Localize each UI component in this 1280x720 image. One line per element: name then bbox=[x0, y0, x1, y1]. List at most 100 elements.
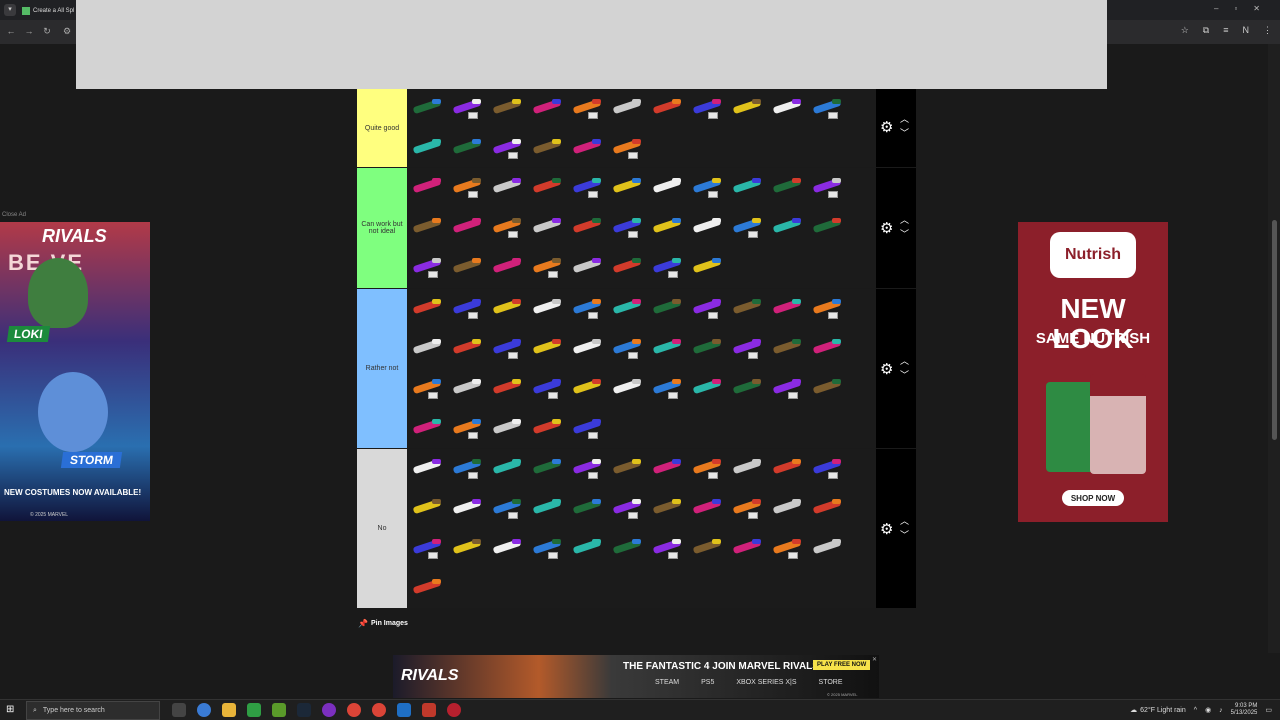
close-ad-button[interactable]: Close Ad bbox=[2, 212, 26, 218]
weapon-icon[interactable] bbox=[450, 252, 484, 282]
weapon-icon[interactable] bbox=[530, 333, 564, 363]
weapon-icon[interactable] bbox=[410, 413, 444, 443]
weapon-icon[interactable] bbox=[490, 333, 524, 363]
back-icon[interactable]: ← bbox=[6, 26, 16, 36]
page-scrollbar[interactable] bbox=[1268, 44, 1280, 653]
weapon-icon[interactable] bbox=[490, 133, 524, 163]
weapon-icon[interactable] bbox=[650, 493, 684, 523]
weapon-icon[interactable] bbox=[490, 172, 524, 202]
weapon-icon[interactable] bbox=[410, 133, 444, 163]
weapon-icon[interactable] bbox=[690, 212, 724, 242]
weapon-icon[interactable] bbox=[530, 133, 564, 163]
weapon-icon[interactable] bbox=[610, 172, 644, 202]
weapon-icon[interactable] bbox=[810, 373, 844, 403]
weather-widget[interactable]: ☁ 62°F Light rain bbox=[1130, 706, 1186, 715]
weapon-icon[interactable] bbox=[730, 172, 764, 202]
weapon-icon[interactable] bbox=[530, 93, 564, 123]
close-icon[interactable]: ✕ bbox=[1253, 4, 1260, 13]
weapon-icon[interactable] bbox=[730, 493, 764, 523]
weapon-icon[interactable] bbox=[490, 293, 524, 323]
weapon-icon[interactable] bbox=[770, 172, 804, 202]
weapon-icon[interactable] bbox=[730, 293, 764, 323]
weapon-icon[interactable] bbox=[490, 533, 524, 563]
weapon-icon[interactable] bbox=[410, 212, 444, 242]
obs-icon[interactable] bbox=[322, 703, 336, 717]
move-up-icon[interactable]: ︿ bbox=[900, 216, 909, 225]
move-down-icon[interactable]: ﹀ bbox=[900, 129, 909, 138]
tier-label[interactable]: Can work but not ideal bbox=[357, 168, 407, 288]
close-icon[interactable]: ✕ bbox=[872, 656, 877, 663]
gear-icon[interactable]: ⚙ bbox=[880, 360, 893, 378]
site-info-icon[interactable]: ⚙ bbox=[62, 26, 72, 37]
weapon-icon[interactable] bbox=[450, 413, 484, 443]
weapon-icon[interactable] bbox=[690, 373, 724, 403]
weapon-icon[interactable] bbox=[610, 373, 644, 403]
weapon-icon[interactable] bbox=[490, 93, 524, 123]
weapon-icon[interactable] bbox=[410, 333, 444, 363]
weapon-icon[interactable] bbox=[650, 453, 684, 483]
move-down-icon[interactable]: ﹀ bbox=[900, 230, 909, 239]
reload-icon[interactable]: ↻ bbox=[42, 26, 52, 37]
weapon-icon[interactable] bbox=[770, 493, 804, 523]
weapon-icon[interactable] bbox=[650, 333, 684, 363]
move-down-icon[interactable]: ﹀ bbox=[900, 531, 909, 540]
weapon-icon[interactable] bbox=[730, 453, 764, 483]
weapon-icon[interactable] bbox=[610, 333, 644, 363]
gear-icon[interactable]: ⚙ bbox=[880, 520, 893, 538]
weapon-icon[interactable] bbox=[650, 172, 684, 202]
weapon-icon[interactable] bbox=[570, 453, 604, 483]
weapon-icon[interactable] bbox=[810, 333, 844, 363]
weapon-icon[interactable] bbox=[530, 493, 564, 523]
weapon-icon[interactable] bbox=[530, 172, 564, 202]
weapon-icon[interactable] bbox=[690, 293, 724, 323]
shop-now-button[interactable]: SHOP NOW bbox=[1062, 490, 1124, 506]
tier-label[interactable]: Quite good bbox=[357, 89, 407, 167]
weapon-icon[interactable] bbox=[730, 533, 764, 563]
notifications-icon[interactable]: ▭ bbox=[1265, 706, 1272, 714]
weapon-icon[interactable] bbox=[810, 172, 844, 202]
weapon-icon[interactable] bbox=[490, 413, 524, 443]
weapon-icon[interactable] bbox=[610, 93, 644, 123]
weapon-icon[interactable] bbox=[450, 133, 484, 163]
weapon-icon[interactable] bbox=[490, 252, 524, 282]
weapon-icon[interactable] bbox=[530, 413, 564, 443]
weapon-icon[interactable] bbox=[530, 533, 564, 563]
tier-label[interactable]: Rather not bbox=[357, 289, 407, 448]
weapon-icon[interactable] bbox=[610, 493, 644, 523]
restore-icon[interactable]: ▫ bbox=[1234, 4, 1237, 13]
weapon-icon[interactable] bbox=[410, 93, 444, 123]
weapon-icon[interactable] bbox=[570, 252, 604, 282]
move-down-icon[interactable]: ﹀ bbox=[900, 371, 909, 380]
weapon-icon[interactable] bbox=[610, 453, 644, 483]
clock[interactable]: 9:03 PM 5/13/2025 bbox=[1231, 703, 1258, 717]
weapon-icon[interactable] bbox=[570, 93, 604, 123]
chevron-up-icon[interactable]: ^ bbox=[1194, 707, 1197, 714]
chrome-icon[interactable] bbox=[372, 703, 386, 717]
weapon-icon[interactable] bbox=[610, 533, 644, 563]
weapon-icon[interactable] bbox=[770, 293, 804, 323]
app-icon[interactable] bbox=[447, 703, 461, 717]
weapon-icon[interactable] bbox=[450, 93, 484, 123]
steam-icon[interactable] bbox=[297, 703, 311, 717]
gear-icon[interactable]: ⚙ bbox=[880, 118, 893, 136]
weapon-icon[interactable] bbox=[810, 453, 844, 483]
tier-items[interactable] bbox=[407, 289, 876, 448]
weapon-icon[interactable] bbox=[530, 293, 564, 323]
weapon-icon[interactable] bbox=[650, 293, 684, 323]
windows-start-icon[interactable]: ⊞ bbox=[6, 704, 14, 715]
weapon-icon[interactable] bbox=[450, 212, 484, 242]
browser-tab[interactable]: Create a All Spl bbox=[22, 2, 82, 20]
weapon-icon[interactable] bbox=[690, 533, 724, 563]
weapon-icon[interactable] bbox=[730, 93, 764, 123]
chrome-icon[interactable] bbox=[347, 703, 361, 717]
app-icon[interactable] bbox=[397, 703, 411, 717]
weapon-icon[interactable] bbox=[730, 373, 764, 403]
gear-icon[interactable]: ⚙ bbox=[880, 219, 893, 237]
app-icon[interactable] bbox=[422, 703, 436, 717]
weapon-icon[interactable] bbox=[450, 453, 484, 483]
weapon-icon[interactable] bbox=[610, 293, 644, 323]
weapon-icon[interactable] bbox=[570, 373, 604, 403]
weapon-icon[interactable] bbox=[530, 212, 564, 242]
weapon-icon[interactable] bbox=[450, 293, 484, 323]
weapon-icon[interactable] bbox=[570, 413, 604, 443]
